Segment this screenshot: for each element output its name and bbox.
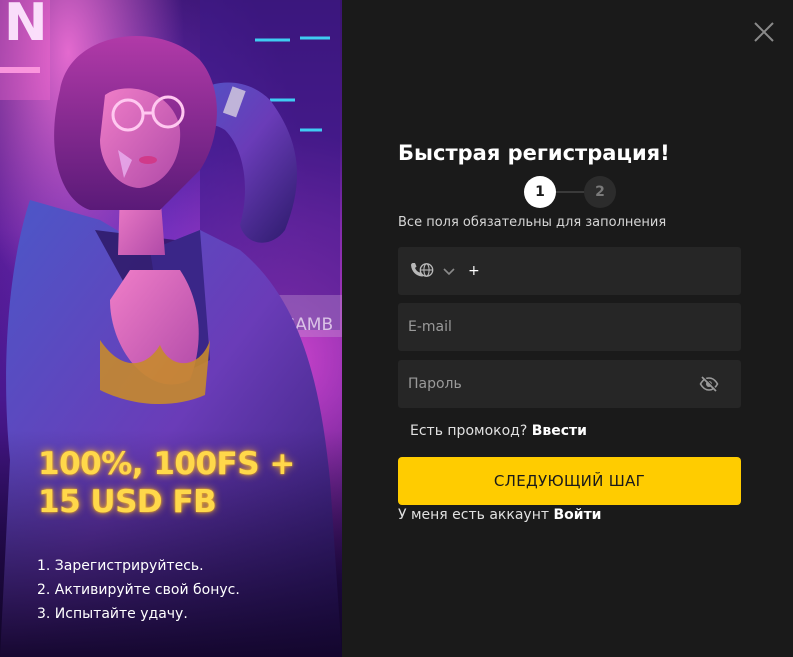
login-question: У меня есть аккаунт	[398, 507, 554, 523]
login-link[interactable]: Войти	[553, 507, 601, 523]
country-code-selector[interactable]: +	[398, 247, 480, 295]
phone-field: +	[398, 247, 741, 295]
promo-code-row: Есть промокод? Ввести	[410, 423, 587, 439]
toggle-password-visibility-button[interactable]	[699, 374, 719, 394]
promo-step-2: 2. Активируйте свой бонус.	[37, 582, 240, 598]
neon-sign: N	[0, 0, 50, 100]
required-fields-note: Все поля обязательны для заполнения	[398, 215, 667, 230]
step-1-indicator: 1	[524, 176, 556, 208]
login-row: У меня есть аккаунт Войти	[398, 507, 602, 523]
promo-panel: N GAMB 100%, 100FS + 15 USD FB 1. Зареги…	[0, 0, 342, 657]
promo-step-1: 1. Зарегистрируйтесь.	[37, 558, 204, 574]
email-field-wrapper	[398, 303, 741, 351]
phone-prefix: +	[468, 263, 480, 279]
promo-step-3: 3. Испытайте удачу.	[37, 606, 188, 622]
phone-input[interactable]	[479, 247, 741, 295]
promo-steps-list: 1. Зарегистрируйтесь. 2. Активируйте сво…	[37, 554, 240, 626]
promo-code-question: Есть промокод?	[410, 423, 532, 439]
email-input[interactable]	[398, 303, 741, 351]
neon-letter: N	[4, 0, 48, 53]
chevron-down-icon	[443, 268, 455, 276]
eye-off-icon	[699, 375, 719, 392]
next-step-button[interactable]: СЛЕДУЮЩИЙ ШАГ	[398, 457, 741, 505]
password-input[interactable]	[398, 360, 741, 408]
form-title: Быстрая регистрация!	[398, 141, 670, 165]
step-connector	[554, 191, 586, 193]
close-button[interactable]	[752, 20, 776, 44]
step-indicator: 1 2	[524, 176, 616, 208]
promo-code-link[interactable]: Ввести	[532, 423, 587, 439]
step-2-indicator: 2	[584, 176, 616, 208]
promo-headline: 100%, 100FS + 15 USD FB	[38, 446, 295, 520]
password-field-wrapper	[398, 360, 741, 408]
close-icon	[754, 22, 774, 42]
phone-globe-icon	[411, 263, 434, 277]
